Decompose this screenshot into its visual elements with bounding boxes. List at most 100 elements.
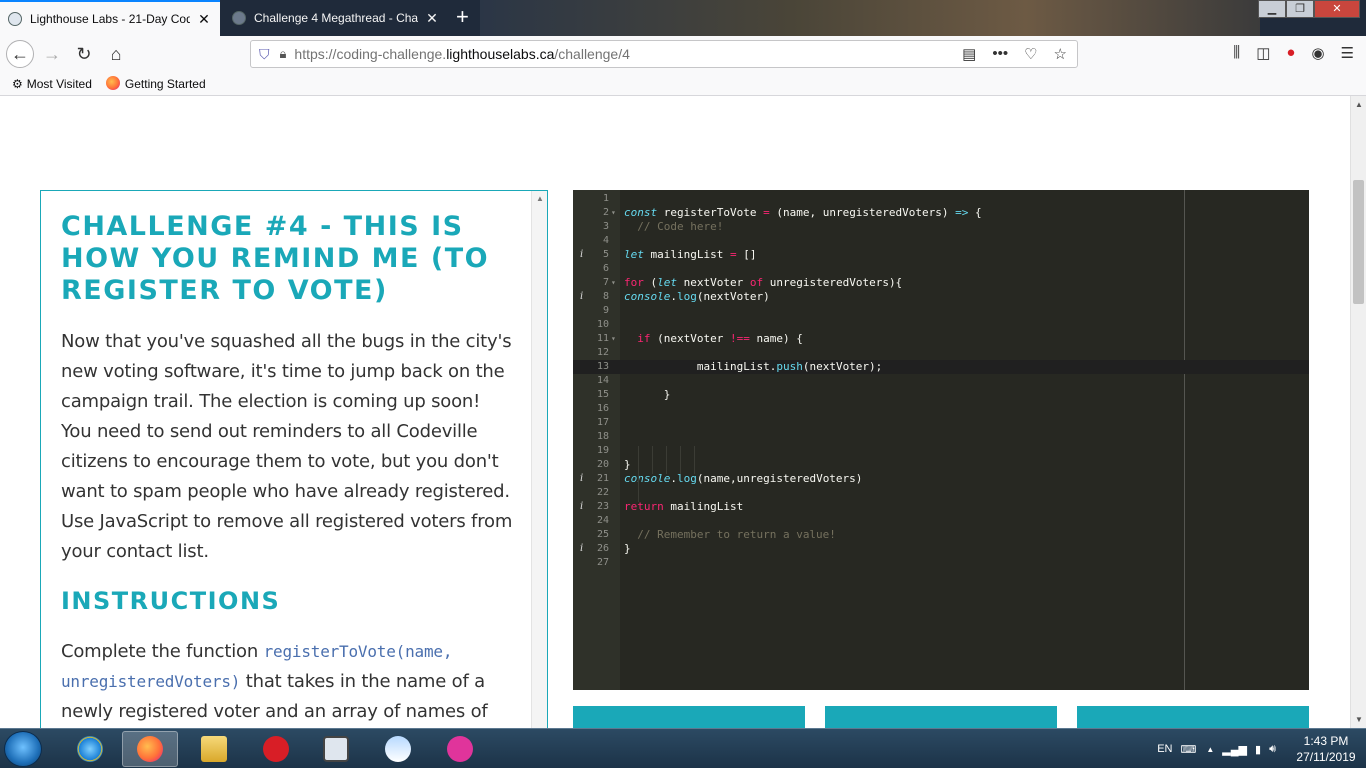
action-card[interactable]: [825, 706, 1057, 728]
code-line[interactable]: 11 ▾ if (nextVoter !== name) {: [573, 332, 1309, 346]
scrollbar-thumb[interactable]: [1353, 180, 1364, 304]
code-editor[interactable]: 1 2 ▾ const registerToVote = (name, unregis…: [573, 190, 1309, 690]
close-window-button[interactable]: ✕: [1314, 0, 1360, 18]
scroll-up-arrow-icon[interactable]: ▲: [536, 194, 544, 203]
close-tab-icon[interactable]: ✕: [424, 10, 440, 27]
trend-micro-icon[interactable]: ●: [1286, 44, 1295, 62]
network-icon[interactable]: [308, 731, 364, 767]
code-line[interactable]: 9: [573, 304, 1309, 318]
code-text[interactable]: // Code here!: [624, 220, 723, 234]
code-line[interactable]: i 8 console.log(nextVoter): [573, 290, 1309, 304]
indent-guide: [652, 446, 653, 474]
code-line[interactable]: i 26}: [573, 542, 1309, 556]
code-text[interactable]: return mailingList: [624, 500, 743, 514]
power-icon[interactable]: ▮: [1255, 743, 1261, 756]
weather-icon[interactable]: [370, 731, 426, 767]
tab-challenge-megathread[interactable]: Challenge 4 Megathread - Chal ✕: [224, 0, 448, 36]
code-line[interactable]: 13 mailingList.push(nextVoter);: [573, 360, 1309, 374]
action-card[interactable]: [1077, 706, 1309, 728]
forward-button[interactable]: →: [38, 40, 66, 68]
code-line[interactable]: 18: [573, 430, 1309, 444]
code-line[interactable]: 7 ▾ for (let nextVoter of unregisteredVote…: [573, 276, 1309, 290]
code-text[interactable]: if (nextVoter !== name) {: [624, 332, 803, 346]
tracking-shield-icon[interactable]: ⛉: [259, 46, 270, 63]
reader-view-icon[interactable]: ▤: [962, 45, 976, 63]
line-number: 19: [596, 445, 609, 456]
code-line[interactable]: 27: [573, 556, 1309, 570]
account-icon[interactable]: ◉: [1311, 44, 1324, 62]
page-actions-icon[interactable]: •••: [992, 45, 1008, 63]
code-line[interactable]: 4: [573, 234, 1309, 248]
keyboard-icon[interactable]: ⌨: [1180, 743, 1196, 756]
url-bar[interactable]: ⛉ 🔒︎ https://coding-challenge.lighthouse…: [250, 40, 1078, 68]
signal-icon[interactable]: ▂▄▆: [1222, 743, 1247, 756]
firefox-icon[interactable]: [122, 731, 178, 767]
url-text[interactable]: https://coding-challenge.lighthouselabs.…: [294, 46, 962, 62]
code-line[interactable]: 16: [573, 402, 1309, 416]
code-text[interactable]: console.log(nextVoter): [624, 290, 770, 304]
language-indicator[interactable]: EN: [1157, 743, 1172, 755]
code-line[interactable]: i 21 console.log(name,unregisteredVoters): [573, 472, 1309, 486]
library-icon[interactable]: ⫼: [1233, 44, 1240, 62]
code-line[interactable]: 6: [573, 262, 1309, 276]
page-scrollbar[interactable]: ▲ ▼: [1350, 96, 1366, 728]
line-number: 27: [596, 557, 609, 568]
tray-expand-icon[interactable]: ▲: [1206, 745, 1214, 754]
code-line[interactable]: 24: [573, 514, 1309, 528]
code-line[interactable]: 14: [573, 374, 1309, 388]
line-number: 10: [596, 319, 609, 330]
fold-arrow-icon[interactable]: ▾: [611, 332, 616, 346]
code-text[interactable]: }: [624, 542, 631, 556]
clock[interactable]: 1:43 PM 27/11/2019: [1286, 733, 1366, 765]
code-line[interactable]: 22: [573, 486, 1309, 500]
sidebar-icon[interactable]: ◫: [1256, 44, 1270, 62]
bookmark-most-visited[interactable]: ⚙ Most Visited: [12, 77, 92, 91]
tab-lighthouse-labs[interactable]: Lighthouse Labs - 21-Day Codin ✕: [0, 0, 220, 36]
code-text[interactable]: let mailingList = []: [624, 248, 756, 262]
code-line[interactable]: 12: [573, 346, 1309, 360]
back-button[interactable]: ←: [6, 40, 34, 68]
internet-explorer-icon[interactable]: [62, 731, 118, 767]
code-line[interactable]: 1: [573, 192, 1309, 206]
code-text[interactable]: }: [624, 458, 631, 472]
code-line[interactable]: 25 // Remember to return a value!: [573, 528, 1309, 542]
code-line[interactable]: 3 // Code here!: [573, 220, 1309, 234]
code-line[interactable]: i 5 let mailingList = []: [573, 248, 1309, 262]
bookmark-getting-started[interactable]: Getting Started: [105, 76, 206, 91]
minimize-button[interactable]: ▁: [1258, 0, 1286, 18]
volume-icon[interactable]: 🔊︎: [1269, 743, 1276, 756]
code-text[interactable]: console.log(name,unregisteredVoters): [624, 472, 862, 486]
lock-icon[interactable]: 🔒︎: [280, 46, 287, 62]
code-line[interactable]: 17: [573, 416, 1309, 430]
fold-arrow-icon[interactable]: ▾: [611, 206, 616, 220]
close-tab-icon[interactable]: ✕: [196, 11, 212, 28]
media-icon[interactable]: [432, 731, 488, 767]
bookmark-star-icon[interactable]: ☆: [1054, 45, 1067, 63]
home-button[interactable]: ⌂: [102, 40, 130, 68]
code-line[interactable]: 2 ▾ const registerToVote = (name, unregist…: [573, 206, 1309, 220]
file-explorer-icon[interactable]: [186, 731, 242, 767]
reload-button[interactable]: ↻: [70, 40, 98, 68]
tab-bar: Lighthouse Labs - 21-Day Codin ✕ Challen…: [0, 0, 1366, 36]
new-tab-button[interactable]: +: [456, 6, 469, 28]
start-button[interactable]: [4, 731, 42, 767]
code-text[interactable]: // Remember to return a value!: [624, 528, 836, 542]
pocket-icon[interactable]: ♡: [1024, 45, 1037, 63]
code-text[interactable]: mailingList.push(nextVoter);: [624, 360, 882, 374]
scroll-down-arrow-icon[interactable]: ▼: [1355, 715, 1363, 724]
code-line[interactable]: 10: [573, 318, 1309, 332]
menu-icon[interactable]: ☰: [1341, 44, 1354, 62]
code-text[interactable]: for (let nextVoter of unregisteredVoters…: [624, 276, 902, 290]
code-line[interactable]: 19: [573, 444, 1309, 458]
code-text[interactable]: const registerToVote = (name, unregister…: [624, 206, 982, 220]
scroll-up-arrow-icon[interactable]: ▲: [1355, 100, 1363, 109]
fold-arrow-icon[interactable]: ▾: [611, 276, 616, 290]
panel-scrollbar[interactable]: ▲: [531, 191, 547, 728]
code-line[interactable]: 15 }: [573, 388, 1309, 402]
maximize-button[interactable]: ❐: [1286, 0, 1314, 18]
action-card[interactable]: [573, 706, 805, 728]
code-text[interactable]: }: [624, 388, 671, 402]
trend-micro-icon[interactable]: [248, 731, 304, 767]
code-line[interactable]: 20}: [573, 458, 1309, 472]
code-line[interactable]: i 23 return mailingList: [573, 500, 1309, 514]
